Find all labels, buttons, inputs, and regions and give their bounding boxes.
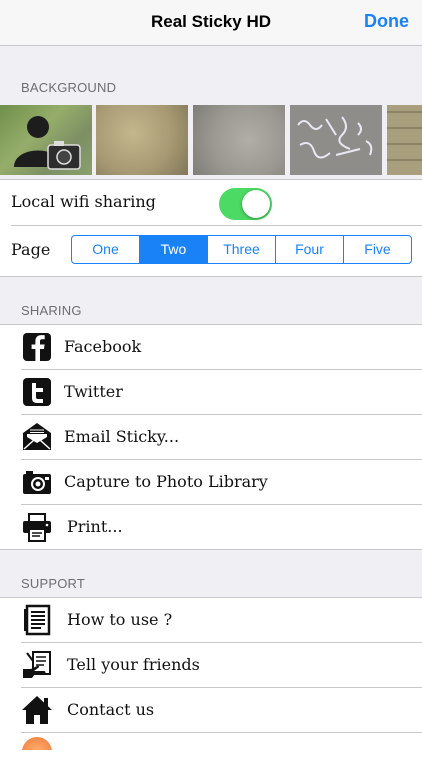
home-icon xyxy=(21,694,53,726)
segment-three[interactable]: Three xyxy=(207,236,275,263)
section-header-sharing: SHARING xyxy=(21,303,82,318)
support-item-label: How to use ? xyxy=(67,610,173,629)
sharing-item-label: Print... xyxy=(67,517,123,536)
sharing-row-print[interactable]: Print... xyxy=(0,505,422,548)
segment-five[interactable]: Five xyxy=(343,236,411,263)
divider xyxy=(11,225,422,226)
sharing-item-label: Email Sticky... xyxy=(64,427,180,446)
support-row-how-to-use[interactable]: How to use ? xyxy=(0,598,422,642)
support-row-contact-us[interactable]: Contact us xyxy=(0,688,422,732)
envelope-icon xyxy=(21,421,53,453)
background-thumbnail-concrete[interactable] xyxy=(193,105,285,175)
wifi-sharing-label: Local wifi sharing xyxy=(11,192,156,211)
printer-icon xyxy=(21,511,53,543)
camera-icon xyxy=(21,466,53,498)
twitter-icon xyxy=(21,376,53,408)
facebook-icon xyxy=(21,331,53,363)
segment-four[interactable]: Four xyxy=(275,236,343,263)
badge-icon xyxy=(22,737,52,750)
sharing-row-capture[interactable]: Capture to Photo Library xyxy=(0,460,422,504)
background-thumbnail-chalk[interactable] xyxy=(290,105,382,175)
document-icon xyxy=(21,604,53,636)
sharing-item-label: Capture to Photo Library xyxy=(64,472,268,491)
page-label: Page xyxy=(11,240,51,259)
chalk-scribble-icon xyxy=(297,116,373,159)
sharing-row-facebook[interactable]: Facebook xyxy=(0,325,422,369)
support-row-partial[interactable] xyxy=(0,733,422,750)
support-row-tell-friends[interactable]: Tell your friends xyxy=(0,643,422,687)
hand-note-icon xyxy=(21,649,53,681)
background-thumbnail-avatar[interactable] xyxy=(0,105,92,175)
page-title: Real Sticky HD xyxy=(151,12,271,31)
wifi-sharing-toggle[interactable] xyxy=(219,188,272,220)
support-item-label: Tell your friends xyxy=(67,655,200,674)
background-thumbnail-parchment[interactable] xyxy=(96,105,188,175)
avatar-camera-icon xyxy=(14,116,81,170)
segment-one[interactable]: One xyxy=(72,236,139,263)
sharing-item-label: Facebook xyxy=(64,337,142,356)
background-thumbnail-brick[interactable] xyxy=(387,105,422,175)
section-header-support: SUPPORT xyxy=(21,576,86,591)
sharing-row-email[interactable]: Email Sticky... xyxy=(0,415,422,459)
sharing-row-twitter[interactable]: Twitter xyxy=(0,370,422,414)
segment-two[interactable]: Two xyxy=(139,236,207,263)
support-item-label: Contact us xyxy=(67,700,155,719)
navigation-bar: Real Sticky HD Done xyxy=(0,0,422,46)
toggle-knob xyxy=(242,190,270,218)
section-header-background: BACKGROUND xyxy=(21,80,117,95)
done-button[interactable]: Done xyxy=(364,11,409,32)
sharing-item-label: Twitter xyxy=(64,382,123,401)
page-segmented-control[interactable]: One Two Three Four Five xyxy=(71,235,412,264)
background-thumbnail-strip[interactable] xyxy=(0,105,422,175)
